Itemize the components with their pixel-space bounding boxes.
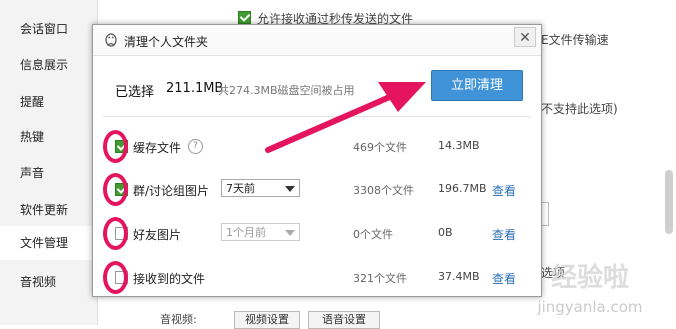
group-images-age-value: 7天前 (226, 182, 255, 195)
group-images-size: 196.7MB (438, 182, 487, 195)
selected-size: 211.1MB (166, 81, 224, 96)
sidebar-item-info-display[interactable]: 信息展示 (20, 56, 68, 73)
friend-images-view-link[interactable]: 查看 (492, 226, 516, 243)
watermark-url: jingyanla.com (536, 298, 642, 316)
dialog-title: 清理个人文件夹 (124, 35, 209, 49)
clean-now-button[interactable]: 立即清理 (431, 70, 523, 101)
disk-usage-note: 共274.3MB磁盘空间被占用 (218, 84, 355, 97)
friend-images-size: 0B (438, 226, 453, 239)
help-icon[interactable]: ? (188, 139, 203, 154)
unsupported-option-text: 不支持此选项) (541, 102, 618, 116)
cache-files-size: 14.3MB (438, 139, 480, 152)
friend-images-age-value: 1个月前 (226, 226, 266, 239)
watermark-brand: 经验啦 (551, 262, 629, 293)
video-settings-button[interactable]: 视频设置 (234, 311, 300, 329)
divider (103, 116, 531, 117)
annotation-circle (103, 130, 128, 163)
penguin-icon (105, 33, 117, 47)
chevron-down-icon (285, 186, 295, 192)
sidebar-item-file-management[interactable]: 文件管理 (0, 226, 97, 260)
group-images-age-select[interactable]: 7天前 (221, 179, 300, 197)
sidebar-item-chat-window[interactable]: 会话窗口 (20, 20, 68, 37)
transfer-speed-text: E文件传输速 (541, 33, 609, 47)
chevron-down-icon (285, 230, 295, 236)
annotation-circle (103, 173, 128, 206)
clean-folder-dialog: 清理个人文件夹 ✕ 已选择 211.1MB 共274.3MB磁盘空间被占用 立即… (92, 24, 542, 297)
received-files-view-link[interactable]: 查看 (492, 270, 516, 287)
watermark-logo: 经验啦 jingyanla.com (536, 262, 642, 316)
friend-images-count: 0个文件 (353, 228, 393, 241)
received-files-row: 接收到的文件 321个文件 37.4MB 查看 (93, 261, 541, 294)
received-files-count: 321个文件 (353, 272, 407, 285)
selected-label: 已选择 (115, 85, 155, 100)
close-icon: ✕ (519, 30, 531, 46)
cache-files-row: 缓存文件 ? 469个文件 14.3MB (93, 130, 541, 163)
allow-instant-transfer-checkbox[interactable] (238, 11, 251, 24)
group-images-row: 群/讨论组图片 7天前 3308个文件 196.7MB 查看 (93, 173, 541, 206)
received-files-size: 37.4MB (438, 270, 480, 283)
dialog-titlebar[interactable]: 清理个人文件夹 ✕ (93, 25, 541, 56)
sidebar-item-reminder[interactable]: 提醒 (20, 93, 44, 110)
annotation-circle (103, 217, 128, 250)
group-images-label: 群/讨论组图片 (133, 184, 210, 198)
scrollbar-thumb[interactable] (665, 170, 673, 234)
cache-files-count: 469个文件 (353, 141, 407, 154)
cache-files-label: 缓存文件 (133, 141, 182, 155)
annotation-circle (103, 261, 128, 294)
voice-settings-button[interactable]: 语音设置 (308, 311, 380, 329)
close-button[interactable]: ✕ (514, 27, 536, 47)
sidebar-item-sound[interactable]: 声音 (20, 164, 44, 181)
settings-sidebar: 会话窗口 信息展示 提醒 热键 声音 软件更新 文件管理 音视频 (0, 0, 98, 325)
group-images-count: 3308个文件 (353, 184, 414, 197)
received-files-label: 接收到的文件 (133, 272, 206, 286)
friend-images-row: 好友图片 1个月前 0个文件 0B 查看 (93, 217, 541, 250)
friend-images-label: 好友图片 (133, 228, 182, 242)
sidebar-item-audio-video[interactable]: 音视频 (20, 273, 56, 290)
group-images-view-link[interactable]: 查看 (492, 182, 516, 199)
sidebar-item-software-update[interactable]: 软件更新 (20, 201, 68, 218)
friend-images-age-select: 1个月前 (221, 223, 300, 241)
sidebar-item-hotkeys[interactable]: 热键 (20, 128, 44, 145)
